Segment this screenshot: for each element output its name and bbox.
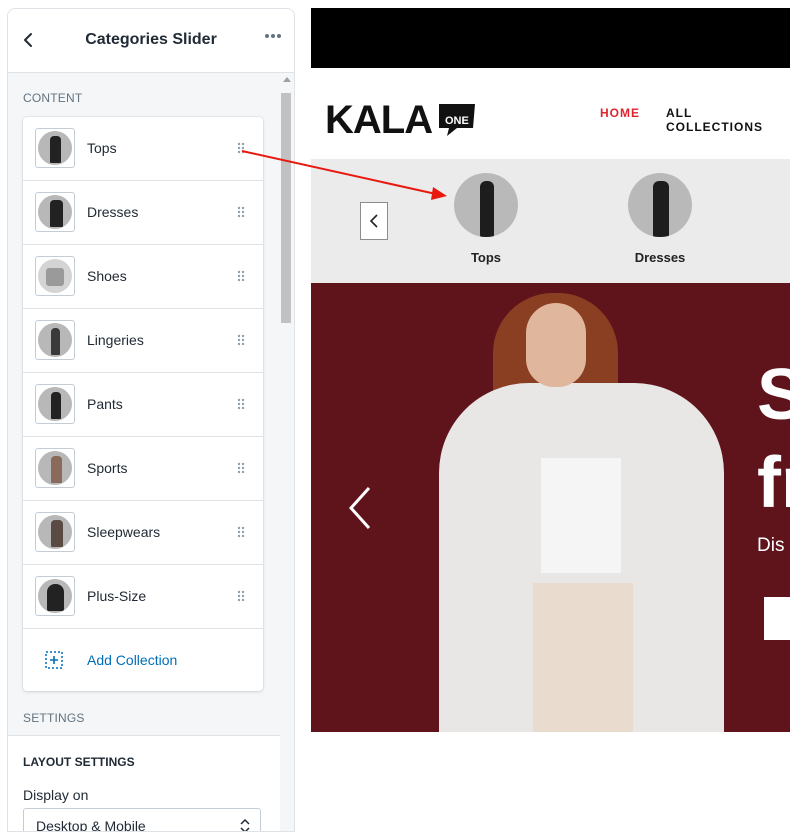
hero-model-face <box>526 303 586 387</box>
add-collection-icon <box>45 651 63 669</box>
collection-thumbnail <box>35 192 75 232</box>
announcement-bar <box>311 8 790 68</box>
chevron-left-icon <box>369 214 378 228</box>
list-item-label: Dresses <box>87 204 139 220</box>
panel-scrollbar[interactable] <box>280 75 292 831</box>
logo-badge-icon: ONE <box>439 104 475 136</box>
list-item[interactable]: Sports <box>23 437 263 501</box>
nav-home-link[interactable]: HOME <box>600 106 640 120</box>
display-on-select[interactable]: Desktop & Mobile <box>23 808 261 832</box>
nav-all-collections-link[interactable]: ALL COLLECTIONS <box>666 106 790 134</box>
display-on-label: Display on <box>23 787 89 803</box>
hero-slideshow: S fr Dis <box>311 283 790 732</box>
list-item-label: Plus-Size <box>87 588 147 604</box>
store-preview: KALA ONE HOME ALL COLLECTIONS Tops Dress… <box>311 8 790 732</box>
drag-handle-icon[interactable] <box>237 462 245 474</box>
content-section-label: CONTENT <box>23 91 83 105</box>
collection-thumbnail <box>35 320 75 360</box>
collections-list: Tops Dresses Shoes Lingeries Pants Sport… <box>23 117 263 691</box>
svg-text:ONE: ONE <box>445 115 469 127</box>
category-item-dresses[interactable]: Dresses <box>620 173 700 265</box>
logo-text: KALA <box>325 98 433 142</box>
hero-heading-line1: S <box>757 355 790 435</box>
categories-slider: Tops Dresses <box>311 159 790 283</box>
list-item[interactable]: Tops <box>23 117 263 181</box>
list-item-label: Tops <box>87 140 117 156</box>
category-label: Tops <box>470 250 502 265</box>
list-item[interactable]: Lingeries <box>23 309 263 373</box>
list-item[interactable]: Shoes <box>23 245 263 309</box>
store-header: KALA ONE HOME ALL COLLECTIONS <box>311 68 790 159</box>
select-arrows-icon <box>240 818 250 831</box>
category-image <box>454 173 518 237</box>
list-item-label: Sleepwears <box>87 524 161 540</box>
settings-section-label: SETTINGS <box>23 711 85 725</box>
category-item-tops[interactable]: Tops <box>446 173 526 265</box>
scroll-up-arrow-icon[interactable] <box>283 77 291 82</box>
drag-handle-icon[interactable] <box>237 526 245 538</box>
list-item-label: Pants <box>87 396 123 412</box>
drag-handle-icon[interactable] <box>237 590 245 602</box>
display-on-value: Desktop & Mobile <box>36 818 146 832</box>
drag-handle-icon[interactable] <box>237 206 245 218</box>
drag-handle-icon[interactable] <box>237 270 245 282</box>
collection-thumbnail <box>35 128 75 168</box>
add-collection-button[interactable]: Add Collection <box>23 629 263 691</box>
layout-settings-card: LAYOUT SETTINGS Display on Desktop & Mob… <box>8 735 280 832</box>
hero-model-skirt <box>533 583 633 732</box>
list-item-label: Shoes <box>87 268 127 284</box>
layout-settings-title: LAYOUT SETTINGS <box>23 755 135 769</box>
panel-header: Categories Slider <box>8 9 294 73</box>
drag-handle-icon[interactable] <box>237 334 245 346</box>
list-item[interactable]: Sleepwears <box>23 501 263 565</box>
drag-handle-icon[interactable] <box>237 398 245 410</box>
drag-handle-icon[interactable] <box>237 142 245 154</box>
more-options-icon[interactable] <box>264 33 282 39</box>
scrollbar-thumb[interactable] <box>281 93 291 323</box>
slider-prev-button[interactable] <box>360 202 388 240</box>
list-item[interactable]: Pants <box>23 373 263 437</box>
editor-panel: Categories Slider CONTENT Tops Dresses S… <box>7 8 295 832</box>
category-image <box>628 173 692 237</box>
hero-cta-button[interactable] <box>764 597 790 640</box>
panel-scroll-area[interactable]: CONTENT Tops Dresses Shoes Lingeries Pan… <box>8 73 294 831</box>
collection-thumbnail <box>35 256 75 296</box>
collection-thumbnail <box>35 576 75 616</box>
hero-prev-arrow-icon[interactable] <box>347 485 375 531</box>
list-item[interactable]: Plus-Size <box>23 565 263 629</box>
panel-title: Categories Slider <box>85 31 217 48</box>
hero-heading-line2: fr <box>757 443 790 523</box>
collection-thumbnail <box>35 384 75 424</box>
collection-thumbnail <box>35 512 75 552</box>
add-collection-label: Add Collection <box>87 652 178 668</box>
list-item[interactable]: Dresses <box>23 181 263 245</box>
store-logo[interactable]: KALA ONE <box>325 98 485 142</box>
category-label: Dresses <box>634 250 686 265</box>
collection-thumbnail <box>35 448 75 488</box>
hero-subtext: Dis <box>757 535 785 556</box>
list-item-label: Sports <box>87 460 128 476</box>
hero-model-top <box>541 458 621 573</box>
list-item-label: Lingeries <box>87 332 144 348</box>
